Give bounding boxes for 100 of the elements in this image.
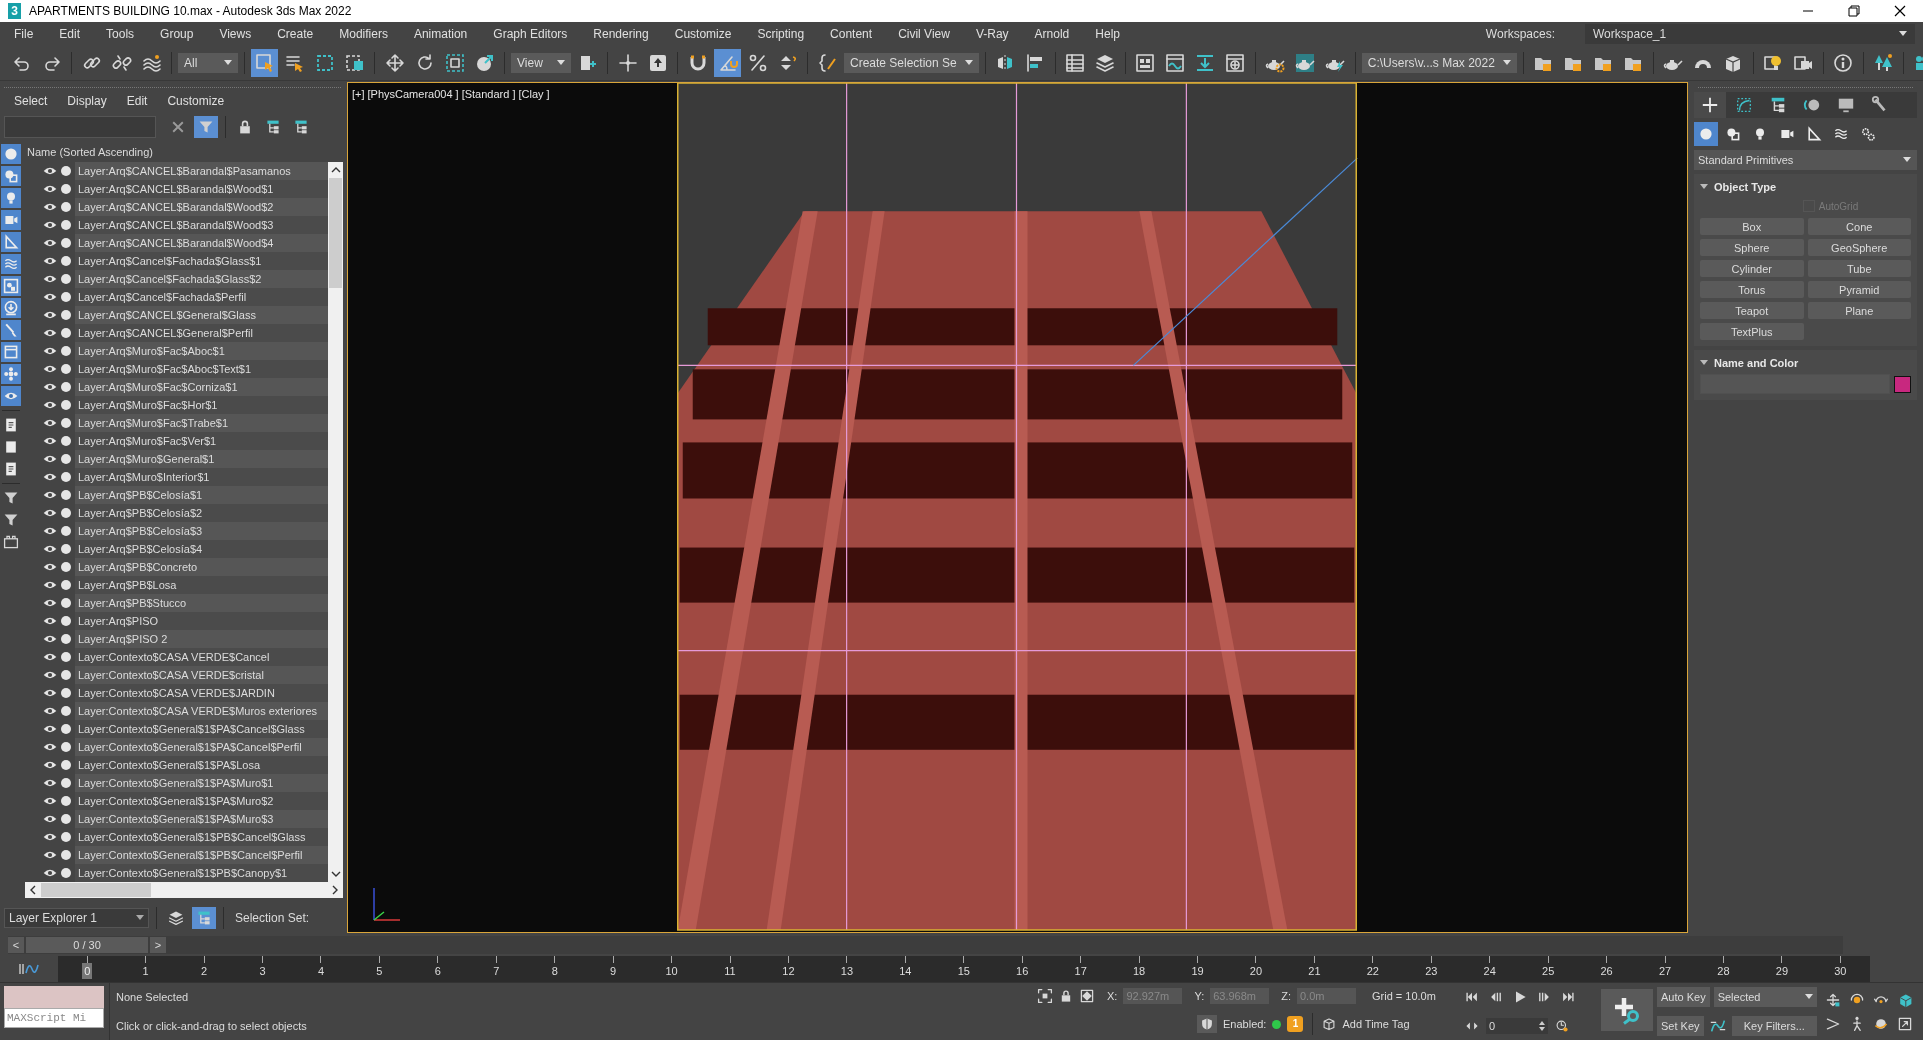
layer-row[interactable]: Layer:Arq$CANCEL$Barandal$Pasamanos — [75, 162, 328, 180]
dropdown[interactable]: C:\Users\v...s Max 2022 — [1361, 53, 1517, 73]
layer-row[interactable]: Layer:Arq$PB$Losa — [75, 576, 328, 594]
layer-row[interactable]: Layer:Arq$CANCEL$Barandal$Wood$1 — [75, 180, 328, 198]
primitive-button[interactable]: Box — [1700, 218, 1804, 235]
layer-row[interactable]: Layer:Arq$Cancel$Fachada$Glass$2 — [75, 270, 328, 288]
enabled-label: Enabled: — [1223, 1018, 1267, 1031]
viewport-label[interactable]: [PhysCamera004 ] — [367, 88, 459, 100]
add-time-tag[interactable]: Add Time Tag — [1342, 1018, 1410, 1031]
primitive-button[interactable]: Pyramid — [1807, 281, 1911, 298]
menu-item[interactable]: Scripting — [757, 27, 805, 41]
rollout-title[interactable]: Object Type — [1714, 181, 1777, 193]
menu-item[interactable]: Graph Editors — [493, 27, 568, 41]
layer-row[interactable]: Layer:Contexto$General$1$PA$Muro$2 — [75, 792, 328, 810]
primitive-button[interactable]: Plane — [1807, 302, 1911, 319]
primitive-button[interactable]: GeoSphere — [1807, 239, 1911, 256]
key-mode-dropdown[interactable]: Selected — [1713, 987, 1817, 1008]
layer-row[interactable]: Layer:Contexto$General$1$PA$Muro$1 — [75, 774, 328, 792]
viewport-label[interactable]: [Clay ] — [518, 88, 550, 100]
track-bar[interactable]: 0 1 2 3 4 5 6 7 8 9 10 11 12 13 14 15 16 17 18 19 20 21 22 23 24 25 26 27 28 29 30 — [58, 956, 1870, 982]
layer-row[interactable]: Layer:Arq$Muro$Interior$1 — [75, 468, 328, 486]
layer-row[interactable]: Layer:Arq$Cancel$Fachada$Glass$1 — [75, 252, 328, 270]
primitive-button[interactable]: TextPlus — [1700, 323, 1804, 340]
layer-row[interactable]: Layer:Contexto$CASA VERDE$Cancel — [75, 648, 328, 666]
primitive-button[interactable]: Tube — [1807, 260, 1911, 277]
viewport[interactable]: [+] [PhysCamera004 ] [Standard ] [Clay ] — [347, 82, 1688, 933]
viewport-label[interactable]: [Standard ] — [461, 88, 516, 100]
menu-item[interactable]: Edit — [59, 27, 81, 41]
primitive-button[interactable]: Cone — [1807, 218, 1911, 235]
previous-frame-button[interactable]: < — [8, 937, 24, 953]
menu-item[interactable]: Edit — [126, 94, 148, 108]
layer-row[interactable]: Layer:Arq$Muro$Fac$Trabe$1 — [75, 414, 328, 432]
layer-row[interactable]: Layer:Arq$PISO 2 — [75, 630, 328, 648]
menu-item[interactable]: Modifiers — [339, 27, 388, 41]
primitive-button[interactable]: Torus — [1700, 281, 1804, 298]
next-frame-button[interactable]: > — [150, 937, 166, 953]
layer-row[interactable]: Layer:Arq$PB$Celosía$4 — [75, 540, 328, 558]
key-filters-button[interactable]: Key Filters... — [1731, 1015, 1817, 1036]
layer-row[interactable]: Layer:Arq$Muro$Fac$Ver$1 — [75, 432, 328, 450]
layer-row[interactable]: Layer:Arq$CANCEL$General$Perfil — [75, 324, 328, 342]
menu-item[interactable]: Content — [830, 27, 873, 41]
layer-row[interactable]: Layer:Contexto$General$1$PA$Losa — [75, 756, 328, 774]
layer-row[interactable]: Layer:Arq$Cancel$Fachada$Perfil — [75, 288, 328, 306]
frame-number: 25 — [1541, 964, 1556, 979]
layer-row[interactable]: Layer:Arq$Muro$Fac$Corniza$1 — [75, 378, 328, 396]
menu-item[interactable]: Views — [219, 27, 252, 41]
layer-row[interactable]: Layer:Contexto$General$1$PA$Muro$3 — [75, 810, 328, 828]
menu-item[interactable]: Select — [14, 94, 48, 108]
rollout-title[interactable]: Name and Color — [1714, 357, 1799, 369]
primitive-button[interactable]: Cylinder — [1700, 260, 1804, 277]
layer-row[interactable]: Layer:Contexto$General$1$PB$Cancel$Glass — [75, 828, 328, 846]
layer-row[interactable]: Layer:Arq$PB$Celosía$2 — [75, 504, 328, 522]
layer-row[interactable]: Layer:Arq$PISO — [75, 612, 328, 630]
time-slider-thumb[interactable]: 0 / 30 — [26, 937, 148, 953]
menu-item[interactable]: Rendering — [593, 27, 649, 41]
layer-row[interactable]: Layer:Arq$Muro$Fac$Aboc$Text$1 — [75, 360, 328, 378]
time-slider[interactable]: < 0 / 30 > — [8, 936, 1843, 954]
menu-item[interactable]: Animation — [413, 27, 468, 41]
menu-item[interactable]: File — [14, 27, 34, 41]
workspace-dropdown[interactable]: Workspace_1 — [1585, 24, 1915, 44]
category-dropdown[interactable]: Standard Primitives — [1694, 150, 1917, 170]
set-key-button[interactable]: Set Key — [1657, 1015, 1704, 1036]
layer-row[interactable]: Layer:Arq$CANCEL$General$Glass — [75, 306, 328, 324]
menu-item[interactable]: Customize — [167, 94, 225, 108]
menu-item[interactable]: Help — [1095, 27, 1120, 41]
explorer-dropdown[interactable]: Layer Explorer 1 — [4, 908, 149, 928]
layer-row[interactable]: Layer:Arq$PB$Celosía$3 — [75, 522, 328, 540]
menu-item[interactable]: Tools — [106, 27, 135, 41]
menu-item[interactable]: V-Ray — [975, 27, 1009, 41]
layer-row[interactable]: Layer:Contexto$General$1$PA$Cancel$Glass — [75, 720, 328, 738]
maxscript-field[interactable]: MAXScript Mi — [4, 1008, 104, 1028]
layer-row[interactable]: Layer:Arq$CANCEL$Barandal$Wood$4 — [75, 234, 328, 252]
layer-row[interactable]: Layer:Contexto$General$1$PB$Canopy$1 — [75, 864, 328, 882]
layer-row[interactable]: Layer:Arq$PB$Stucco — [75, 594, 328, 612]
primitive-button[interactable]: Teapot — [1700, 302, 1804, 319]
viewport-label[interactable]: [+] — [352, 88, 365, 100]
auto-key-button[interactable]: Auto Key — [1657, 987, 1710, 1008]
menu-item[interactable]: Display — [67, 94, 107, 108]
menu-item[interactable]: Civil View — [898, 27, 950, 41]
layer-row[interactable]: Layer:Contexto$General$1$PB$Cancel$Perfil — [75, 846, 328, 864]
dropdown[interactable]: All — [178, 53, 238, 73]
primitive-button[interactable]: Sphere — [1700, 239, 1804, 256]
layer-row[interactable]: Layer:Contexto$CASA VERDE$cristal — [75, 666, 328, 684]
layer-row[interactable]: Layer:Contexto$CASA VERDE$Muros exteriores — [75, 702, 328, 720]
layer-row[interactable]: Layer:Contexto$General$1$PA$Cancel$Perfil — [75, 738, 328, 756]
layer-row[interactable]: Layer:Arq$Muro$Fac$Aboc$1 — [75, 342, 328, 360]
dropdown[interactable]: Create Selection Se — [844, 53, 979, 73]
frame-spinner[interactable]: 0 — [1486, 1017, 1548, 1034]
menu-item[interactable]: Create — [277, 27, 314, 41]
menu-item[interactable]: Arnold — [1034, 27, 1070, 41]
layer-row[interactable]: Layer:Arq$CANCEL$Barandal$Wood$2 — [75, 198, 328, 216]
layer-row[interactable]: Layer:Arq$PB$Concreto — [75, 558, 328, 576]
layer-row[interactable]: Layer:Arq$Muro$General$1 — [75, 450, 328, 468]
layer-row[interactable]: Layer:Arq$Muro$Fac$Hor$1 — [75, 396, 328, 414]
dropdown[interactable]: View — [511, 53, 571, 73]
menu-item[interactable]: Customize — [674, 27, 732, 41]
layer-row[interactable]: Layer:Arq$PB$Celosía$1 — [75, 486, 328, 504]
layer-row[interactable]: Layer:Arq$CANCEL$Barandal$Wood$3 — [75, 216, 328, 234]
layer-row[interactable]: Layer:Contexto$CASA VERDE$JARDIN — [75, 684, 328, 702]
menu-item[interactable]: Group — [160, 27, 194, 41]
